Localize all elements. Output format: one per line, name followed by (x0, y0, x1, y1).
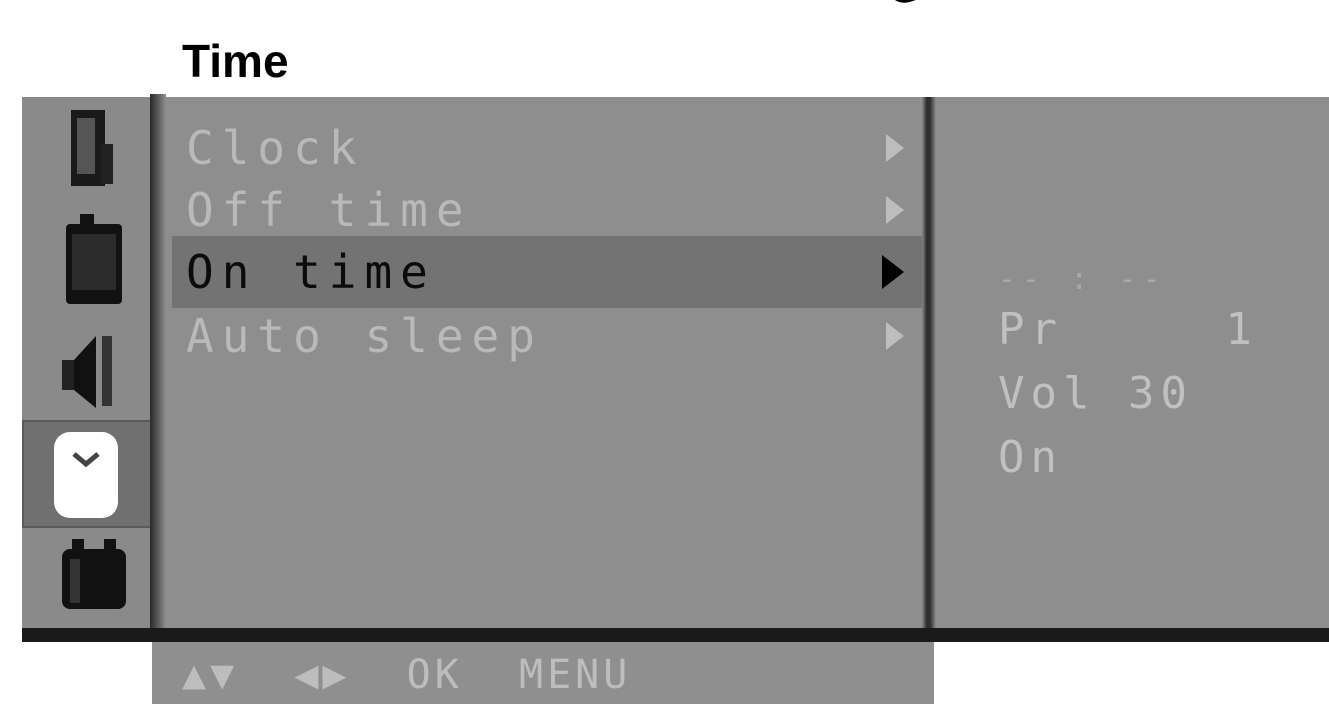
picture-icon[interactable] (58, 110, 128, 190)
menu-item-on-time[interactable]: On time (172, 236, 922, 308)
left-divider (150, 94, 166, 642)
page-title: Time (182, 35, 289, 87)
right-divider (922, 97, 936, 642)
menu-item-label: Off time (186, 183, 472, 237)
submenu-arrow-icon (886, 134, 904, 162)
submenu-arrow-icon (886, 322, 904, 350)
menu-item-auto-sleep[interactable]: Auto sleep (172, 306, 922, 366)
osd-bottom-edge (22, 628, 1329, 642)
menu-item-label: On time (186, 245, 436, 299)
submenu-arrow-icon (886, 196, 904, 224)
on-time-value: -- : -- (998, 262, 1167, 297)
special-icon[interactable] (58, 535, 128, 615)
time-icon[interactable] (22, 420, 152, 528)
volume-value: Vol 30 (998, 368, 1193, 419)
menu-item-clock[interactable]: Clock (172, 118, 922, 178)
footer-hint: ▲▼ ◀▶ OK MENU (182, 652, 632, 698)
menu-item-label: Auto sleep (186, 309, 543, 363)
sound-icon[interactable] (58, 214, 128, 304)
on-time-status: On (998, 432, 1063, 483)
submenu-arrow-icon (882, 255, 904, 289)
programme-value: Pr 1 (998, 304, 1258, 355)
footer-hint-bar: ▲▼ ◀▶ OK MENU (152, 642, 934, 704)
menu-item-off-time[interactable]: Off time (172, 180, 922, 240)
top-edge-fragment (894, 0, 916, 3)
speaker-icon[interactable] (58, 330, 128, 410)
menu-item-label: Clock (186, 121, 365, 175)
